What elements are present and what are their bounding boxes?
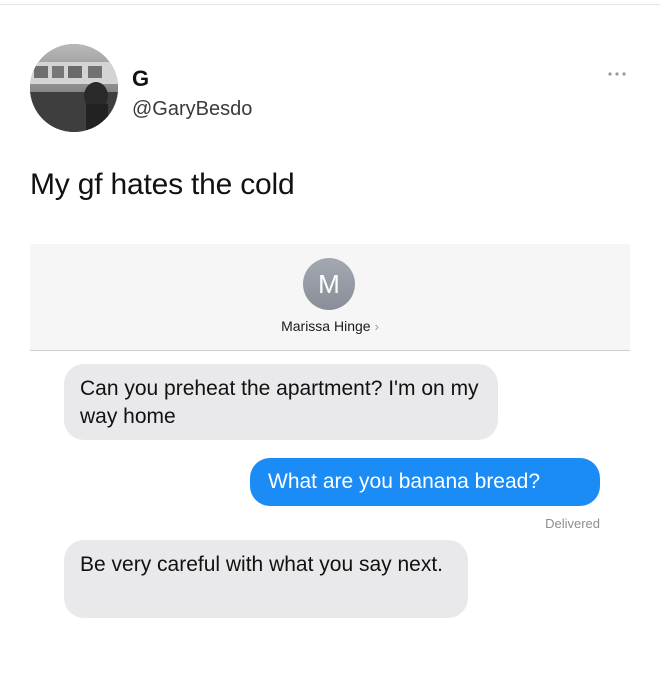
sent-message-bubble: What are you banana bread? bbox=[250, 458, 600, 506]
received-message-bubble: Can you preheat the apartment? I'm on my… bbox=[64, 364, 498, 440]
display-name[interactable]: G bbox=[132, 66, 149, 92]
user-handle[interactable]: @GaryBesdo bbox=[132, 98, 252, 121]
received-message-bubble: Be very careful with what you say next. bbox=[64, 540, 468, 618]
tweet-text: My gf hates the cold bbox=[30, 168, 295, 201]
contact-name: Marissa Hinge bbox=[281, 318, 371, 334]
ellipsis-icon[interactable] bbox=[606, 70, 628, 78]
imessage-screenshot: M Marissa Hinge › Can you preheat the apa… bbox=[30, 244, 630, 644]
conversation-header: M Marissa Hinge › bbox=[30, 244, 630, 351]
profile-photo-icon bbox=[30, 44, 118, 132]
delivery-status: Delivered bbox=[545, 516, 600, 531]
tweet-header: G @GaryBesdo bbox=[30, 44, 630, 134]
top-divider bbox=[0, 4, 660, 5]
profile-avatar[interactable] bbox=[30, 44, 118, 132]
chevron-right-icon: › bbox=[374, 319, 379, 334]
contact-name-button[interactable]: Marissa Hinge › bbox=[30, 318, 630, 334]
contact-avatar[interactable]: M bbox=[303, 258, 355, 310]
